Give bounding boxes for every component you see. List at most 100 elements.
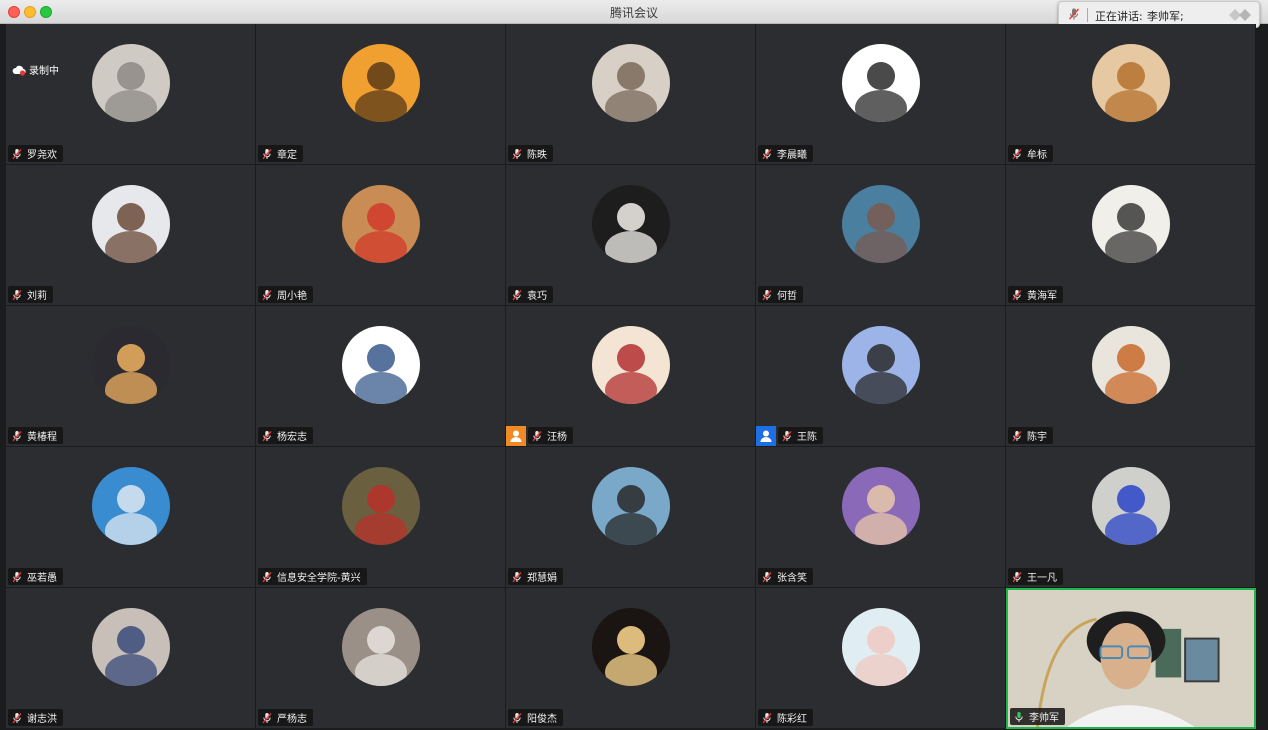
participant-tile[interactable]: 陈昳 <box>506 24 756 165</box>
video-feed <box>1008 590 1254 727</box>
participant-avatar <box>342 467 420 545</box>
participant-name-tag: 谢志洪 <box>8 709 63 726</box>
participant-tile[interactable]: 黄椿程 <box>6 306 256 447</box>
participant-name-tag: 信息安全学院-黄兴 <box>258 568 367 585</box>
participant-avatar <box>842 467 920 545</box>
participant-name-tag: 李晨曦 <box>758 145 813 162</box>
avatar-image <box>92 185 170 263</box>
participant-tile[interactable]: 阳俊杰 <box>506 588 756 729</box>
participant-name-tag: 罗尧欢 <box>8 145 63 162</box>
avatar-image <box>342 185 420 263</box>
participant-tile[interactable]: 郑慧娟 <box>506 447 756 588</box>
avatar-image <box>592 326 670 404</box>
user-icon <box>506 426 526 446</box>
muted-mic-icon <box>762 712 772 723</box>
participant-name: 郑慧娟 <box>527 573 557 584</box>
participant-tile[interactable]: 张含笑 <box>756 447 1006 588</box>
participant-name-tag: 章定 <box>258 145 303 162</box>
avatar-image <box>842 467 920 545</box>
participant-name-tag: 周小艳 <box>258 286 313 303</box>
participant-tile[interactable]: 李帅军 <box>1006 588 1256 729</box>
participant-name-tag: 袁巧 <box>508 286 553 303</box>
participant-name: 黄海军 <box>1027 291 1057 302</box>
participant-tile[interactable]: 王陈 <box>756 306 1006 447</box>
participant-name-tag: 刘莉 <box>8 286 53 303</box>
muted-mic-icon <box>762 571 772 582</box>
participant-tile[interactable]: 谢志洪 <box>6 588 256 729</box>
participant-tile[interactable]: 章定 <box>256 24 506 165</box>
participant-tile[interactable]: 信息安全学院-黄兴 <box>256 447 506 588</box>
participant-avatar <box>92 44 170 122</box>
muted-mic-icon <box>512 148 522 159</box>
participant-name: 王一凡 <box>1027 573 1057 584</box>
muted-mic-icon <box>512 712 522 723</box>
muted-mic-icon <box>782 430 792 441</box>
participant-tile[interactable]: 陈宇 <box>1006 306 1256 447</box>
participant-avatar <box>1092 44 1170 122</box>
participant-name: 何哲 <box>777 291 797 302</box>
participant-tile[interactable]: 李晨曦 <box>756 24 1006 165</box>
participant-avatar <box>592 44 670 122</box>
avatar-image <box>342 608 420 686</box>
muted-mic-icon <box>262 430 272 441</box>
participant-tile[interactable]: 陈彩红 <box>756 588 1006 729</box>
avatar-image <box>342 326 420 404</box>
muted-mic-icon <box>262 289 272 300</box>
participant-avatar <box>1092 185 1170 263</box>
divider <box>1087 8 1088 22</box>
avatar-image <box>592 608 670 686</box>
participant-tile[interactable]: 严杨志 <box>256 588 506 729</box>
participant-name-tag: 杨宏志 <box>258 427 313 444</box>
muted-mic-icon <box>12 289 22 300</box>
muted-mic-icon <box>12 430 22 441</box>
muted-mic-icon <box>262 712 272 723</box>
participant-name-tag: 阳俊杰 <box>508 709 563 726</box>
participant-name: 陈彩红 <box>777 714 807 725</box>
participant-name-tag: 黄椿程 <box>8 427 63 444</box>
participant-tile[interactable]: 杨宏志 <box>256 306 506 447</box>
avatar-image <box>842 608 920 686</box>
participant-tile[interactable]: 周小艳 <box>256 165 506 306</box>
participant-name-tag: 陈彩红 <box>758 709 813 726</box>
muted-mic-icon <box>1012 148 1022 159</box>
avatar-image <box>1092 44 1170 122</box>
participant-name: 汪杨 <box>547 432 567 443</box>
participant-tile[interactable]: 何哲 <box>756 165 1006 306</box>
participant-tile[interactable]: 刘莉 <box>6 165 256 306</box>
muted-mic-icon <box>12 712 22 723</box>
avatar-image <box>592 185 670 263</box>
participant-tile[interactable]: 袁巧 <box>506 165 756 306</box>
participant-tile[interactable]: 录制中 罗尧欢 <box>6 24 256 165</box>
avatar-image <box>92 326 170 404</box>
participant-name: 陈宇 <box>1027 432 1047 443</box>
participant-avatar <box>92 608 170 686</box>
participant-tile[interactable]: 巫若愚 <box>6 447 256 588</box>
speaking-label: 正在讲话: <box>1095 10 1143 23</box>
cloud-recording-icon <box>12 65 26 76</box>
avatar-image <box>842 44 920 122</box>
mic-icon <box>1015 711 1023 722</box>
participant-name: 李晨曦 <box>777 150 807 161</box>
participant-name: 牟标 <box>1027 150 1047 161</box>
participant-tile[interactable]: 黄海军 <box>1006 165 1256 306</box>
participant-name: 信息安全学院-黄兴 <box>277 573 361 584</box>
avatar-image <box>92 467 170 545</box>
participant-avatar <box>842 608 920 686</box>
participant-tile[interactable]: 汪杨 <box>506 306 756 447</box>
participant-name: 刘莉 <box>27 291 47 302</box>
participant-name: 袁巧 <box>527 291 547 302</box>
muted-mic-icon <box>262 148 272 159</box>
participant-tile[interactable]: 牟标 <box>1006 24 1256 165</box>
participant-name-tag: 李帅军 <box>1010 708 1065 725</box>
muted-mic-icon <box>762 148 772 159</box>
participant-avatar <box>1092 326 1170 404</box>
participant-name: 罗尧欢 <box>27 150 57 161</box>
avatar-image <box>1092 326 1170 404</box>
muted-mic-icon <box>262 571 272 582</box>
participant-avatar <box>92 467 170 545</box>
participant-avatar <box>592 608 670 686</box>
participant-name-tag: 张含笑 <box>758 568 813 585</box>
participant-name: 章定 <box>277 150 297 161</box>
participant-tile[interactable]: 王一凡 <box>1006 447 1256 588</box>
participant-avatar <box>1092 467 1170 545</box>
